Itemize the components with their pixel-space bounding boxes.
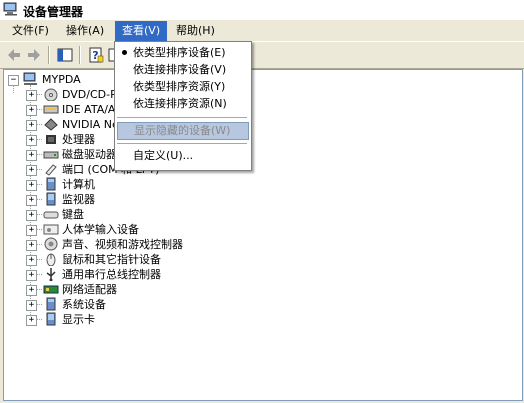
tree-node-label: 通用串行总线控制器 — [62, 268, 161, 281]
expand-toggle[interactable]: + — [26, 210, 37, 221]
expand-toggle[interactable]: + — [26, 270, 37, 281]
menu-file[interactable]: 文件(F) — [6, 22, 55, 40]
cdrom-icon — [44, 88, 58, 101]
expand-toggle[interactable]: + — [26, 105, 37, 116]
computer-icon — [3, 2, 17, 16]
tree-line — [37, 124, 42, 125]
window-title: 设备管理器 — [23, 5, 84, 19]
tree-node-label: 声音、视频和游戏控制器 — [62, 238, 183, 251]
tree-line — [37, 244, 42, 245]
menu-separator — [117, 117, 247, 119]
computer-icon — [46, 177, 56, 191]
expand-toggle[interactable]: + — [26, 225, 37, 236]
tree-node-label: 网络适配器 — [62, 283, 117, 296]
title-bar: 设备管理器 — [0, 0, 524, 20]
tree-node-label: 磁盘驱动器 — [62, 148, 117, 161]
port-icon — [45, 164, 57, 176]
expand-toggle[interactable]: + — [26, 120, 37, 131]
expand-toggle[interactable]: + — [26, 150, 37, 161]
tree-line — [37, 154, 42, 155]
usb-icon — [46, 268, 56, 281]
ide-controller-icon — [43, 105, 59, 114]
menu-bar: 文件(F) 操作(A) 查看(V) 帮助(H) — [0, 20, 524, 41]
tree-node-label: 鼠标和其它指针设备 — [62, 253, 161, 266]
sound-icon — [44, 237, 58, 251]
tree-line — [37, 214, 42, 215]
expand-toggle[interactable]: + — [26, 255, 37, 266]
menu-item-sort-devices-by-type[interactable]: 依类型排序设备(E) — [117, 45, 247, 61]
show-hide-tree-icon[interactable] — [56, 46, 74, 64]
computer-icon — [23, 72, 37, 85]
tree-line — [37, 169, 42, 170]
menu-item-show-hidden-devices[interactable]: 显示隐藏的设备(W) — [117, 122, 249, 140]
expand-toggle[interactable]: + — [26, 315, 37, 326]
keyboard-icon — [43, 211, 59, 219]
expand-toggle[interactable]: + — [26, 165, 37, 176]
tree-node-label: 处理器 — [62, 133, 95, 146]
tree-line — [37, 109, 42, 110]
radio-bullet-icon — [122, 50, 127, 55]
toolbar: ? — [0, 41, 524, 69]
network-adapter-icon — [43, 285, 59, 294]
tree-line — [37, 139, 42, 140]
expand-toggle[interactable]: + — [26, 240, 37, 251]
device-tree: − MYPDA + DVD/CD-ROM + IDE ATA/AT + NVIDIA Ne… — [3, 69, 523, 401]
menu-item-customize[interactable]: 自定义(U)... — [117, 148, 247, 164]
menu-view[interactable]: 查看(V) — [115, 21, 168, 41]
expand-toggle[interactable]: + — [26, 300, 37, 311]
tree-line — [37, 289, 42, 290]
menu-separator — [117, 143, 247, 145]
tree-line — [37, 274, 42, 275]
tree-node-label: 系统设备 — [62, 298, 106, 311]
tree-node-label: 键盘 — [62, 208, 84, 221]
hid-icon — [43, 224, 59, 235]
tree-line — [37, 199, 42, 200]
svg-text:?: ? — [92, 49, 98, 62]
network-card-icon — [44, 118, 58, 131]
expand-toggle[interactable]: + — [26, 285, 37, 296]
tree-line — [37, 304, 42, 305]
view-menu-dropdown: 依类型排序设备(E) 依连接排序设备(V) 依类型排序资源(Y) 依连接排序资源… — [114, 41, 252, 171]
menu-help[interactable]: 帮助(H) — [170, 22, 221, 40]
menu-item-sort-devices-by-connection[interactable]: 依连接排序设备(V) — [117, 62, 247, 78]
tree-line — [37, 319, 42, 320]
toolbar-separator — [48, 46, 50, 64]
tree-root-label: MYPDA — [42, 73, 81, 86]
tree-line — [37, 229, 42, 230]
tree-line — [37, 184, 42, 185]
collapse-toggle[interactable]: − — [8, 75, 19, 86]
tree-line — [37, 259, 42, 260]
tree-node-label: 显示卡 — [62, 313, 95, 326]
tree-node-label: IDE ATA/AT — [62, 103, 122, 116]
toolbar-separator — [79, 46, 81, 64]
properties-help-icon[interactable]: ? — [87, 46, 105, 64]
menu-item-sort-resources-by-type[interactable]: 依类型排序资源(Y) — [117, 79, 247, 95]
system-device-icon — [46, 297, 56, 311]
forward-arrow-icon[interactable] — [25, 46, 43, 64]
mouse-icon — [46, 253, 56, 266]
tree-node-label: 人体学输入设备 — [62, 223, 139, 236]
processor-icon — [46, 135, 56, 144]
disk-drive-icon — [43, 151, 59, 159]
menu-action[interactable]: 操作(A) — [60, 22, 110, 40]
display-adapter-icon — [46, 312, 56, 326]
tree-line — [37, 94, 42, 95]
expand-toggle[interactable]: + — [26, 90, 37, 101]
expand-toggle[interactable]: + — [26, 180, 37, 191]
expand-toggle[interactable]: + — [26, 135, 37, 146]
expand-toggle[interactable]: + — [26, 195, 37, 206]
menu-item-sort-resources-by-connection[interactable]: 依连接排序资源(N) — [117, 96, 247, 112]
tree-node-label: 计算机 — [62, 178, 95, 191]
tree-node-label: 监视器 — [62, 193, 95, 206]
back-arrow-icon[interactable] — [5, 46, 23, 64]
monitor-icon — [46, 192, 56, 206]
